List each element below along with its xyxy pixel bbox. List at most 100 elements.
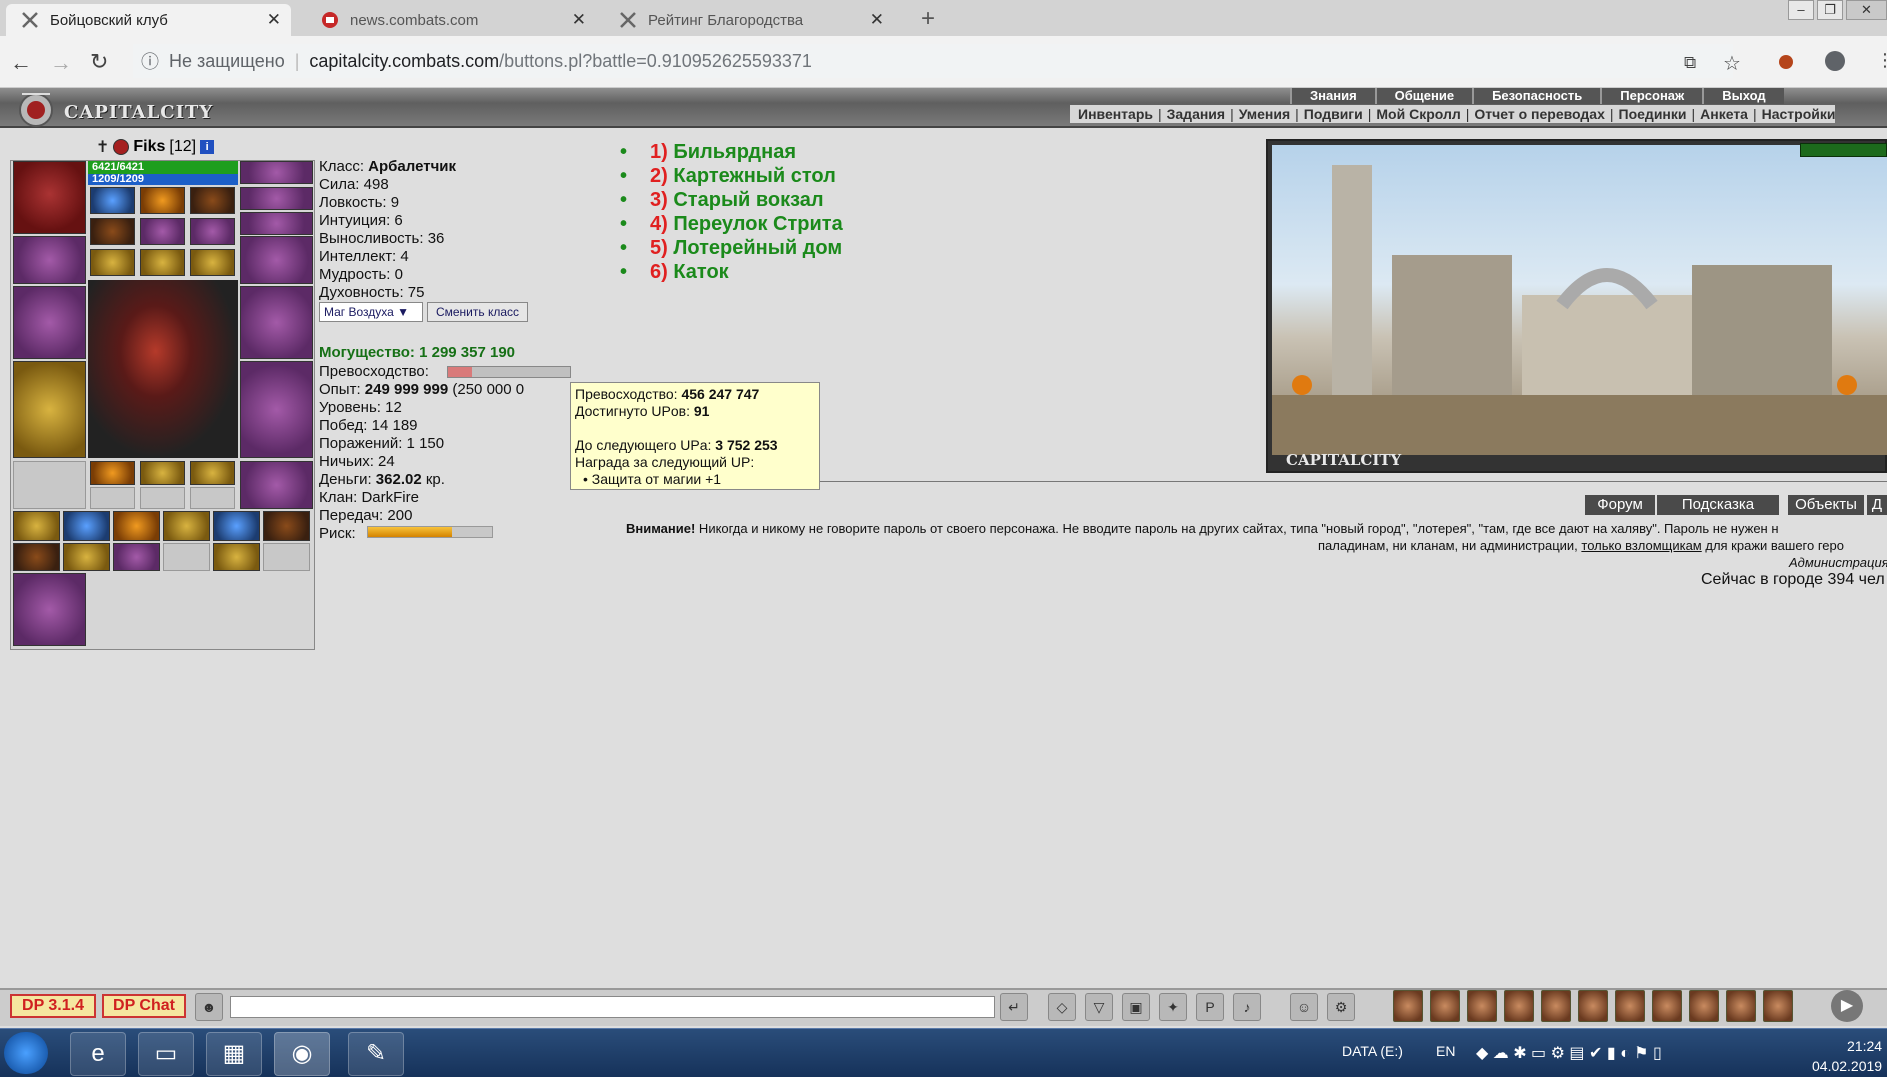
window-close-icon[interactable]: ✕ (1846, 0, 1887, 20)
empty-slot[interactable] (90, 487, 135, 509)
submenu-inventory[interactable]: Инвентарь (1078, 105, 1153, 123)
windows-start-icon[interactable] (4, 1032, 48, 1074)
empty-slot[interactable] (163, 543, 210, 571)
skill-icon[interactable] (1541, 990, 1571, 1022)
chrome-icon[interactable]: ◉ (274, 1032, 330, 1076)
belt-item-slot[interactable] (263, 511, 310, 541)
submenu-deeds[interactable]: Подвиги (1304, 105, 1363, 123)
skill-icon[interactable] (1578, 990, 1608, 1022)
submenu-quests[interactable]: Задания (1167, 105, 1225, 123)
objects-button[interactable]: Объекты (1788, 495, 1864, 515)
extension-puzzle-icon[interactable]: ⧉ (1684, 53, 1696, 73)
stat-clan[interactable]: Клан: DarkFire (319, 489, 524, 507)
spell-slot[interactable] (90, 249, 135, 276)
language-indicator[interactable]: EN (1436, 1043, 1455, 1059)
city-view-image[interactable] (1272, 145, 1887, 455)
filter-icon[interactable]: ▽ (1085, 993, 1113, 1021)
earring-slot[interactable] (90, 187, 135, 214)
change-class-button[interactable]: Сменить класс (427, 302, 528, 322)
settings-icon[interactable]: ⚙ (1327, 993, 1355, 1021)
info-icon[interactable]: i (200, 140, 215, 154)
bracer-right-slot[interactable] (240, 236, 313, 284)
spell-slot-2[interactable] (140, 249, 185, 276)
potion-slot-3[interactable] (190, 461, 235, 485)
location-name[interactable]: Картежный стол (673, 165, 835, 187)
character-avatar[interactable] (88, 280, 238, 458)
belt-item-slot[interactable] (113, 543, 160, 571)
emoji-icon[interactable]: ☺ (1290, 993, 1318, 1021)
belt-item-slot[interactable] (63, 543, 110, 571)
sound-icon[interactable]: ♪ (1233, 993, 1261, 1021)
empty-slot[interactable] (263, 543, 310, 571)
legs-slot[interactable] (240, 461, 313, 509)
location-item[interactable]: • 6) Каток (620, 260, 843, 284)
paint-icon[interactable]: ✎ (348, 1032, 404, 1076)
clan-emblem-icon[interactable] (113, 139, 130, 155)
close-icon[interactable]: ✕ (572, 10, 586, 30)
tab-news[interactable]: news.combats.com ✕ (306, 4, 596, 36)
new-tab-plus-icon[interactable]: + (913, 5, 943, 35)
play-icon[interactable]: ▶ (1831, 990, 1863, 1022)
pet-slot[interactable] (13, 573, 86, 646)
amulet-slot[interactable] (140, 187, 185, 214)
cloak-slot[interactable] (240, 212, 313, 235)
skill-icon[interactable] (1615, 990, 1645, 1022)
location-name[interactable]: Старый вокзал (673, 189, 823, 211)
exit-icon[interactable] (1763, 990, 1793, 1022)
submenu-skills[interactable]: Умения (1239, 105, 1290, 123)
back-arrow-icon[interactable]: ← (10, 50, 32, 76)
close-icon[interactable]: ✕ (870, 10, 884, 30)
menu-znaniya[interactable]: Знания (1290, 88, 1375, 104)
submenu-profile[interactable]: Анкета (1700, 105, 1748, 123)
folder-icon[interactable]: ▭ (138, 1032, 194, 1076)
superiority-bar[interactable] (447, 366, 571, 378)
reload-icon[interactable]: ↻ (90, 49, 108, 75)
tab-bojcovskij-klub[interactable]: Бойцовский клуб ✕ (6, 4, 291, 36)
taskbar-clock[interactable]: 21:24 04.02.2019 (1812, 1036, 1882, 1076)
fight-icon[interactable]: ✦ (1159, 993, 1187, 1021)
belt-item-slot[interactable] (13, 511, 60, 541)
menu-obschenie[interactable]: Общение (1374, 88, 1472, 104)
skill-icon[interactable] (1689, 990, 1719, 1022)
internet-explorer-icon[interactable]: e (70, 1032, 126, 1076)
gloves-slot[interactable] (240, 161, 313, 184)
location-item[interactable]: • 3) Старый вокзал (620, 188, 843, 212)
location-item[interactable]: • 4) Переулок Стрита (620, 212, 843, 236)
character-name[interactable]: Fiks (133, 138, 165, 156)
chest-slot[interactable] (90, 218, 135, 245)
forum-button[interactable]: Форум (1585, 495, 1655, 515)
chat-input[interactable] (230, 996, 995, 1018)
dp-version-button[interactable]: DP 3.1.4 (10, 994, 96, 1018)
skill-icon[interactable] (1504, 990, 1534, 1022)
class-select[interactable]: Маг Воздуха ▼ (319, 302, 423, 322)
submenu-settings[interactable]: Настройки (1762, 105, 1836, 123)
location-item[interactable]: • 2) Картежный стол (620, 164, 843, 188)
bracer-slot[interactable] (13, 236, 86, 284)
armor-slot[interactable] (13, 361, 86, 458)
location-name[interactable]: Каток (673, 261, 728, 283)
drive-label[interactable]: DATA (E:) (1342, 1043, 1403, 1059)
profile-icon[interactable] (1825, 51, 1845, 71)
flag-icon[interactable] (1726, 990, 1756, 1022)
smile-icon[interactable]: ☻ (195, 993, 223, 1021)
menu-dots-icon[interactable]: ⋮ (1876, 50, 1887, 71)
menu-personazh[interactable]: Персонаж (1600, 88, 1702, 104)
tray-icons[interactable]: ◆ ☁ ✱ ▭ ⚙ ▤ ✔ ▮ ◐ ⚑ ▯ (1476, 1043, 1662, 1063)
omnibox[interactable]: ⓘ Не защищено | capitalcity.combats.com /… (133, 44, 1733, 78)
empty-slot[interactable] (190, 487, 235, 509)
offhand-slot[interactable] (240, 286, 313, 359)
skill-icon[interactable] (1393, 990, 1423, 1022)
maximize-icon[interactable]: ❐ (1817, 0, 1843, 20)
boots-slot[interactable] (240, 361, 313, 458)
shirt-slot[interactable] (240, 187, 313, 210)
weapon-slot[interactable] (13, 286, 86, 359)
belt-item-slot[interactable] (213, 511, 260, 541)
minimize-icon[interactable]: – (1788, 0, 1814, 20)
location-name[interactable]: Бильярдная (673, 141, 796, 163)
submenu-transfers[interactable]: Отчет о переводах (1474, 105, 1605, 123)
belt-item-slot[interactable] (113, 511, 160, 541)
spell-slot-3[interactable] (190, 249, 235, 276)
rune-slot-2[interactable] (190, 218, 235, 245)
enter-icon[interactable]: ↵ (1000, 993, 1028, 1021)
potion-slot-2[interactable] (140, 461, 185, 485)
